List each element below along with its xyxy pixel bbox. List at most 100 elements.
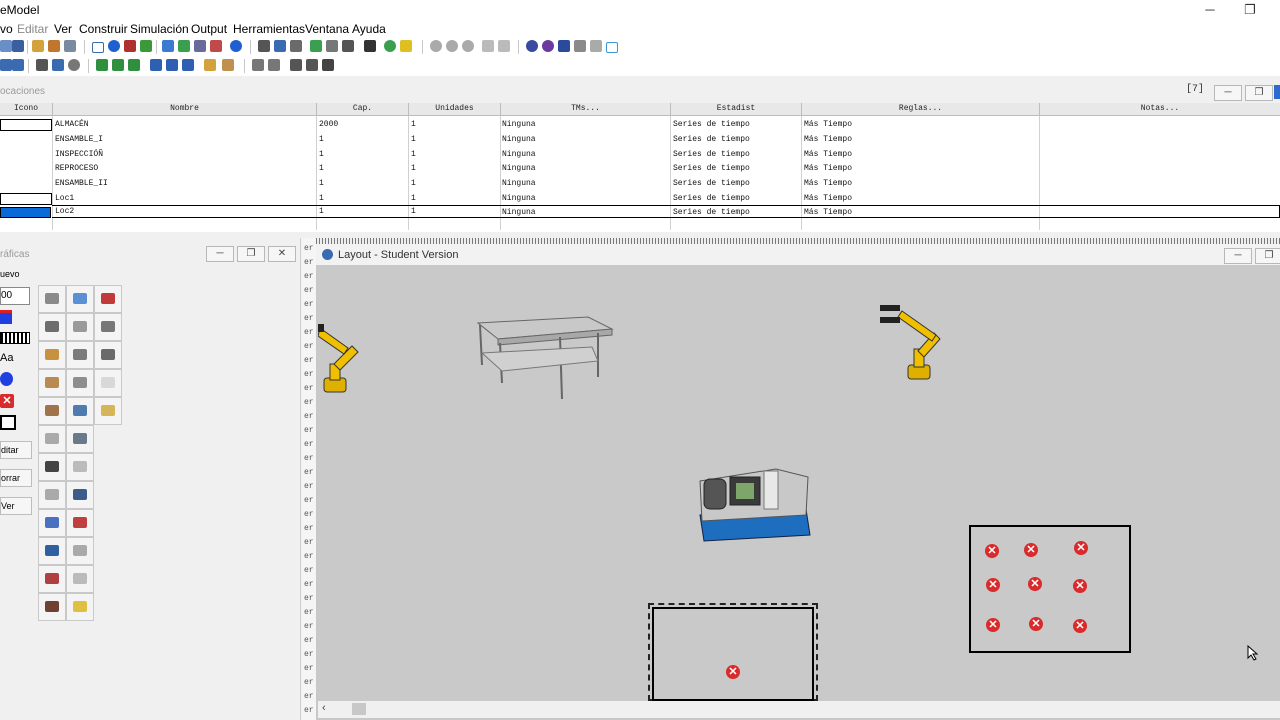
delete-shape-icon[interactable]: ✕ <box>0 394 14 408</box>
menu-output[interactable]: Output <box>191 22 227 36</box>
graphic-library-item[interactable] <box>38 285 66 313</box>
cell-estadist[interactable]: Series de tiempo <box>673 192 750 206</box>
menu-archivo[interactable]: vo <box>0 22 13 36</box>
cell-unidades[interactable]: 1 <box>411 177 416 191</box>
graphic-library-item[interactable] <box>66 565 94 593</box>
graphic-library-item[interactable] <box>66 481 94 509</box>
location-marker[interactable]: ✕ <box>1074 541 1088 555</box>
graphics-restore-button[interactable]: ❐ <box>237 246 265 262</box>
pin-icon[interactable] <box>322 59 334 71</box>
filter-1-icon[interactable] <box>430 40 442 52</box>
cell-tms[interactable]: Ninguna <box>502 206 536 220</box>
layer-1-icon[interactable] <box>252 59 264 71</box>
location-marker[interactable]: ✕ <box>986 618 1000 632</box>
graphic-library-item[interactable] <box>66 341 94 369</box>
locations-minimize-button[interactable]: ─ <box>1214 85 1242 101</box>
cell-cap[interactable]: 1 <box>319 148 324 162</box>
output-5-icon[interactable] <box>590 40 602 52</box>
path-tool-icon[interactable] <box>124 40 136 52</box>
table-row[interactable]: ENSAMBLE_I 1 1 Ninguna Series de tiempo … <box>0 133 1280 147</box>
menu-ventana[interactable]: Ventana <box>305 22 349 36</box>
table-row[interactable]: Loc1 1 1 Ninguna Series de tiempo Más Ti… <box>0 192 1280 206</box>
help-pointer-icon[interactable] <box>222 59 234 71</box>
delete-button[interactable]: orrar <box>0 469 32 487</box>
entity-icon[interactable] <box>140 40 152 52</box>
cell-nombre[interactable]: Loc2 <box>55 205 74 219</box>
graphic-library-item[interactable] <box>94 313 122 341</box>
cell-nombre[interactable]: INSPECCIÓÑ <box>55 148 103 162</box>
layout-canvas[interactable]: ✕ ✕ ✕ ✕ ✕ ✕ ✕ ✕ ✕ ✕ <box>318 265 1280 701</box>
output-2-icon[interactable] <box>542 40 554 52</box>
layer-2-icon[interactable] <box>268 59 280 71</box>
cell-nombre[interactable]: ENSAMBLE_II <box>55 177 108 191</box>
col-header-reglas[interactable]: Reglas... <box>802 103 1040 116</box>
align-1-icon[interactable] <box>96 59 108 71</box>
graphic-library-item[interactable] <box>94 285 122 313</box>
save-icon[interactable] <box>12 40 24 52</box>
graphic-library-item[interactable] <box>38 565 66 593</box>
cell-reglas[interactable]: Más Tiempo <box>804 133 852 147</box>
col-header-unidades[interactable]: Unidades <box>409 103 501 116</box>
graph-1-icon[interactable] <box>482 40 494 52</box>
minimize-button[interactable]: ─ <box>1190 0 1230 20</box>
graphic-library-item[interactable] <box>66 509 94 537</box>
window-2-icon[interactable] <box>274 40 286 52</box>
col-header-estadist[interactable]: Estadist <box>671 103 802 116</box>
graphic-library-item[interactable] <box>38 425 66 453</box>
cell-tms[interactable]: Ninguna <box>502 118 536 132</box>
graphic-library-item[interactable] <box>66 537 94 565</box>
locations-close-button[interactable] <box>1274 85 1280 99</box>
stop-icon[interactable] <box>342 40 354 52</box>
cell-unidades[interactable]: 1 <box>411 192 416 206</box>
processing-icon[interactable] <box>178 40 190 52</box>
cell-estadist[interactable]: Series de tiempo <box>673 206 750 220</box>
graphics-close-button[interactable]: ✕ <box>268 246 296 262</box>
cell-unidades[interactable]: 1 <box>411 133 416 147</box>
cell-estadist[interactable]: Series de tiempo <box>673 118 750 132</box>
cell-estadist[interactable]: Series de tiempo <box>673 148 750 162</box>
cell-reglas[interactable]: Más Tiempo <box>804 177 852 191</box>
location-marker[interactable]: ✕ <box>1029 617 1043 631</box>
graphic-library-item[interactable] <box>66 593 94 621</box>
scroll-left-arrow-icon[interactable]: ‹ <box>322 702 326 714</box>
graphic-library-item[interactable] <box>94 341 122 369</box>
restore-button[interactable]: ❐ <box>1230 0 1270 20</box>
layout-view-icon[interactable] <box>52 59 64 71</box>
row-icon-cell[interactable] <box>0 119 52 131</box>
grid-icon[interactable] <box>364 40 376 52</box>
align-6-icon[interactable] <box>182 59 194 71</box>
robot-arm-left-icon[interactable] <box>318 320 368 400</box>
routing-icon[interactable] <box>36 59 48 71</box>
output-4-icon[interactable] <box>574 40 586 52</box>
cell-reglas[interactable]: Más Tiempo <box>804 118 852 132</box>
circle-shape-icon[interactable] <box>0 372 13 386</box>
filter-2-icon[interactable] <box>446 40 458 52</box>
graphic-library-item[interactable] <box>38 313 66 341</box>
cell-tms[interactable]: Ninguna <box>502 148 536 162</box>
info-icon[interactable] <box>230 40 242 52</box>
back-icon[interactable] <box>306 59 318 71</box>
graphic-library-item[interactable] <box>66 453 94 481</box>
graphic-library-item[interactable] <box>38 453 66 481</box>
print-icon[interactable] <box>0 59 12 71</box>
layout-horizontal-scrollbar[interactable]: ‹ <box>318 701 1280 718</box>
layout-restore-button[interactable]: ❐ <box>1255 248 1280 264</box>
work-table-icon[interactable] <box>468 313 618 403</box>
col-header-cap[interactable]: Cap. <box>317 103 409 116</box>
graphic-library-item[interactable] <box>38 593 66 621</box>
col-header-notas[interactable]: Notas... <box>1040 103 1280 116</box>
row-icon-cell[interactable] <box>0 193 52 205</box>
align-5-icon[interactable] <box>166 59 178 71</box>
align-4-icon[interactable] <box>150 59 162 71</box>
graphic-library-item[interactable] <box>38 509 66 537</box>
align-2-icon[interactable] <box>112 59 124 71</box>
window-3-icon[interactable] <box>290 40 302 52</box>
window-1-icon[interactable] <box>258 40 270 52</box>
hand-icon[interactable] <box>204 59 216 71</box>
graphic-library-item[interactable] <box>38 537 66 565</box>
filter-3-icon[interactable] <box>462 40 474 52</box>
cell-nombre[interactable]: ALMACÉN <box>55 118 89 132</box>
cell-cap[interactable]: 1 <box>319 133 324 147</box>
location-marker[interactable]: ✕ <box>1073 619 1087 633</box>
open-icon[interactable] <box>0 40 12 52</box>
